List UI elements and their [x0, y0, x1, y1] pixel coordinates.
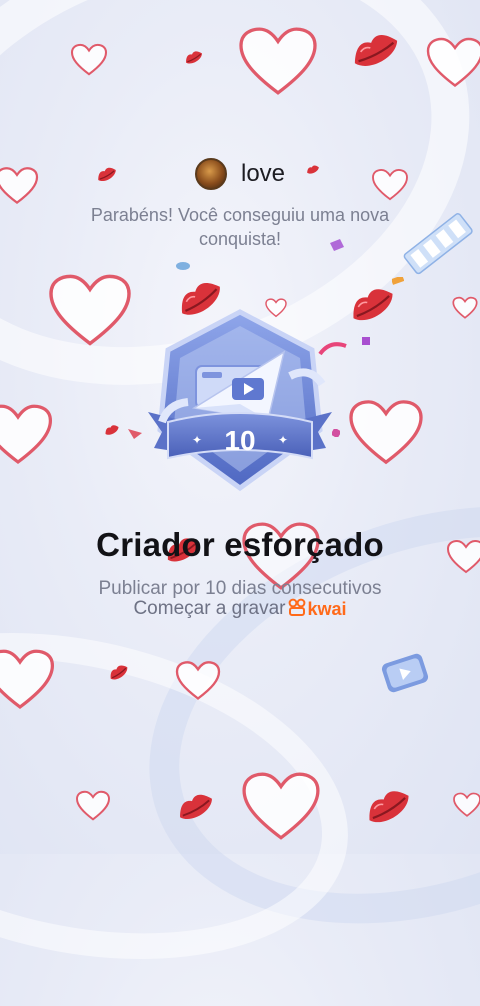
heart-sticker-icon	[174, 660, 222, 702]
heart-sticker-icon	[240, 770, 322, 844]
kiss-lips-icon	[357, 778, 421, 838]
achievement-badge: ✦ ✦ 10	[140, 308, 340, 498]
kiss-lips-icon	[171, 784, 222, 832]
background-swoosh	[90, 432, 480, 998]
kwai-logo-icon	[288, 598, 306, 621]
heart-sticker-icon	[70, 43, 108, 77]
start-recording-link[interactable]: Começar a gravar kwai	[0, 597, 480, 621]
confetti-icon	[176, 258, 190, 276]
kiss-lips-icon	[344, 22, 409, 82]
congrats-message: Parabéns! Você conseguiu uma nova conqui…	[90, 205, 390, 249]
kiss-lips-icon	[102, 421, 122, 440]
start-recording-label: Começar a gravar	[133, 598, 286, 619]
svg-text:✦: ✦	[192, 433, 202, 447]
heart-sticker-icon	[232, 25, 324, 99]
heart-sticker-icon	[0, 642, 56, 718]
heart-sticker-icon	[44, 272, 136, 350]
kiss-lips-icon	[181, 46, 206, 70]
username[interactable]: love	[241, 160, 285, 188]
achievement-title: Criador esforçado	[96, 526, 384, 563]
heart-sticker-icon	[74, 790, 112, 822]
avatar[interactable]	[194, 158, 227, 190]
heart-sticker-icon	[452, 792, 480, 818]
svg-text:✦: ✦	[278, 433, 288, 447]
confetti-icon	[362, 332, 370, 350]
kwai-logo: kwai	[288, 598, 347, 621]
heart-sticker-icon	[425, 26, 480, 100]
video-card-icon	[378, 650, 432, 701]
kiss-lips-icon	[105, 659, 133, 686]
heart-sticker-icon	[452, 296, 478, 320]
heart-sticker-icon	[346, 398, 426, 468]
heart-sticker-icon	[0, 398, 54, 472]
kwai-logo-text: kwai	[307, 598, 347, 619]
user-header: love	[0, 156, 480, 192]
badge-number: 10	[224, 425, 255, 456]
